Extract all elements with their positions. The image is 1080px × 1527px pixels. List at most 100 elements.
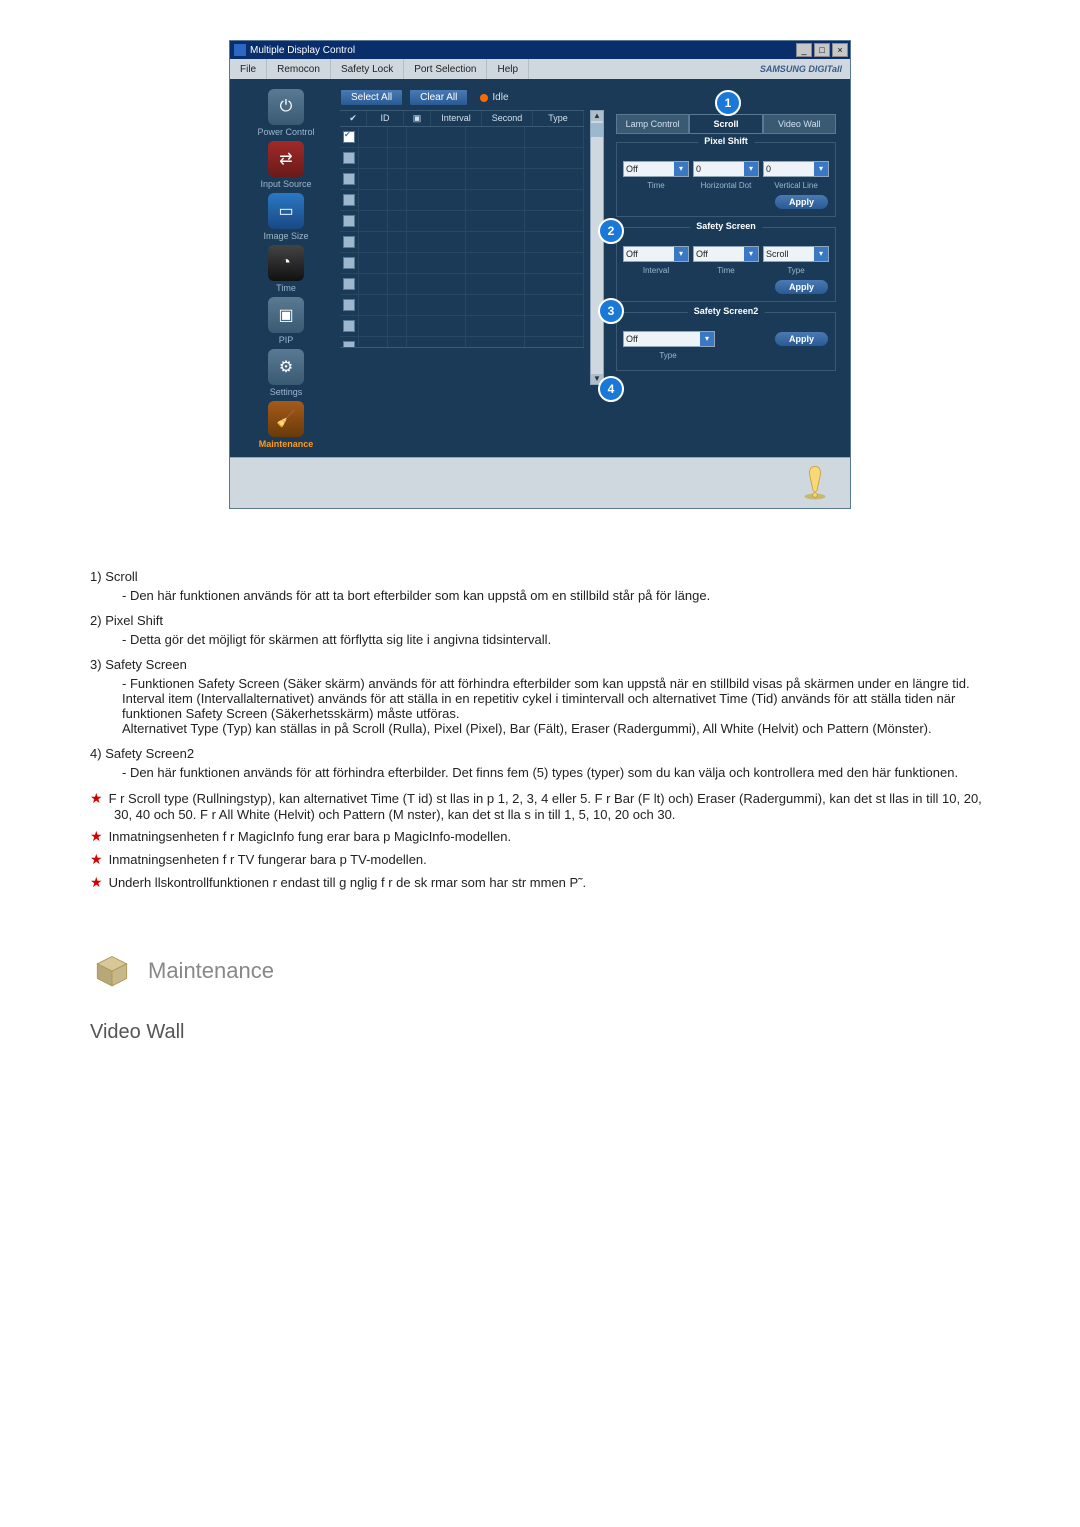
- callout-badge-3: 3: [598, 298, 624, 324]
- callout-badge-4: 4: [598, 376, 624, 402]
- clock-icon: ◔: [268, 245, 304, 281]
- row-checkbox[interactable]: [343, 131, 355, 143]
- app-icon: [234, 44, 246, 56]
- label-vline: Vertical Line: [763, 181, 829, 190]
- menu-remocon[interactable]: Remocon: [267, 59, 331, 79]
- menu-safetylock[interactable]: Safety Lock: [331, 59, 404, 79]
- menu-help[interactable]: Help: [487, 59, 529, 79]
- menu-portselection[interactable]: Port Selection: [404, 59, 487, 79]
- star-icon: ★: [90, 851, 103, 867]
- star-icon: ★: [90, 828, 103, 844]
- safety-screen-time[interactable]: Off▾: [693, 246, 759, 262]
- sidebar-item-power[interactable]: ⏻Power Control: [238, 89, 334, 137]
- note-4: ★Underh llskontrollfunktionen r endast t…: [114, 874, 990, 891]
- chevron-down-icon: ▾: [674, 247, 688, 261]
- status-dot-icon: [480, 94, 488, 102]
- col-id: ID: [367, 111, 404, 126]
- select-all-button[interactable]: Select All: [340, 89, 403, 106]
- maximize-button[interactable]: □: [814, 43, 830, 57]
- label-type: Type: [763, 266, 829, 275]
- tab-lamp-control[interactable]: Lamp Control: [616, 114, 689, 134]
- scroll-thumb[interactable]: [591, 123, 603, 137]
- table-row[interactable]: [340, 274, 584, 295]
- note-1: ★F r Scroll type (Rullningstyp), kan alt…: [114, 790, 990, 822]
- safety-screen2-apply-button[interactable]: Apply: [774, 331, 829, 347]
- row-checkbox[interactable]: [343, 152, 355, 164]
- close-button[interactable]: ×: [832, 43, 848, 57]
- table-scrollbar[interactable]: ▲ ▼: [590, 110, 604, 385]
- pixel-shift-hdot[interactable]: 0▾: [693, 161, 759, 177]
- toolbar: Select All Clear All Idle: [340, 89, 842, 106]
- safety-screen-title: Safety Screen: [690, 221, 762, 231]
- menu-file[interactable]: File: [230, 59, 267, 79]
- document-body: 1) Scroll - Den här funktionen används f…: [90, 569, 990, 1044]
- pixel-shift-vline[interactable]: 0▾: [763, 161, 829, 177]
- tab-video-wall[interactable]: Video Wall: [763, 114, 836, 134]
- col-check: ✔: [340, 111, 367, 126]
- box-icon: [90, 951, 134, 991]
- pixel-shift-group: Pixel Shift Off▾ 0▾ 0▾ Time Horizontal D…: [616, 142, 836, 217]
- sidebar-item-input[interactable]: ⇄Input Source: [238, 141, 334, 189]
- table-row[interactable]: [340, 211, 584, 232]
- row-checkbox[interactable]: [343, 257, 355, 269]
- row-checkbox[interactable]: [343, 236, 355, 248]
- clear-all-button[interactable]: Clear All: [409, 89, 468, 106]
- input-icon: ⇄: [268, 141, 304, 177]
- safety-screen2-group: Safety Screen2 Off▾ Apply Type: [616, 312, 836, 371]
- status-idle: Idle: [480, 92, 508, 103]
- sidebar-item-settings[interactable]: ⚙Settings: [238, 349, 334, 397]
- window-title: Multiple Display Control: [250, 45, 355, 56]
- row-checkbox[interactable]: [343, 173, 355, 185]
- safety-screen-interval[interactable]: Off▾: [623, 246, 689, 262]
- row-checkbox[interactable]: [343, 299, 355, 311]
- row-checkbox[interactable]: [343, 320, 355, 332]
- sidebar-item-maintenance[interactable]: 🧹Maintenance: [238, 401, 334, 449]
- section-heading: Maintenance: [90, 951, 990, 991]
- safety-screen2-type[interactable]: Off▾: [623, 331, 715, 347]
- sidebar-item-time[interactable]: ◔Time: [238, 245, 334, 293]
- row-checkbox[interactable]: [343, 215, 355, 227]
- star-icon: ★: [90, 874, 103, 890]
- scroll-up-icon[interactable]: ▲: [591, 111, 603, 121]
- chevron-down-icon: ▾: [814, 247, 828, 261]
- sidebar-item-image[interactable]: ▭Image Size: [238, 193, 334, 241]
- safety-screen-type[interactable]: Scroll▾: [763, 246, 829, 262]
- pip-icon: ▣: [268, 297, 304, 333]
- pixel-shift-title: Pixel Shift: [698, 136, 754, 146]
- titlebar: Multiple Display Control _ □ ×: [230, 41, 850, 59]
- power-icon: ⏻: [268, 89, 304, 125]
- label-interval: Interval: [623, 266, 689, 275]
- subsection-title: Video Wall: [90, 1021, 990, 1044]
- label-hdot: Horizontal Dot: [693, 181, 759, 190]
- table-row[interactable]: [340, 253, 584, 274]
- gear-icon: ⚙: [268, 349, 304, 385]
- pixel-shift-onoff[interactable]: Off▾: [623, 161, 689, 177]
- table-row[interactable]: [340, 316, 584, 337]
- row-checkbox[interactable]: [343, 278, 355, 290]
- chevron-down-icon: ▾: [674, 162, 688, 176]
- safety-screen-apply-button[interactable]: Apply: [774, 279, 829, 295]
- status-bar: [230, 457, 850, 508]
- row-checkbox[interactable]: [343, 194, 355, 206]
- table-row[interactable]: [340, 295, 584, 316]
- minimize-button[interactable]: _: [796, 43, 812, 57]
- table-row[interactable]: [340, 232, 584, 253]
- table-row[interactable]: [340, 127, 584, 148]
- table-row[interactable]: [340, 169, 584, 190]
- table-row[interactable]: [340, 337, 584, 348]
- pixel-shift-apply-button[interactable]: Apply: [774, 194, 829, 210]
- label-time2: Time: [693, 266, 759, 275]
- row-checkbox[interactable]: [343, 341, 355, 348]
- table-row[interactable]: [340, 148, 584, 169]
- note-3: ★Inmatningsenheten f r TV fungerar bara …: [114, 851, 990, 868]
- brand-label: SAMSUNG DIGITall: [752, 64, 850, 74]
- sidebar-item-pip[interactable]: ▣PIP: [238, 297, 334, 345]
- label-time: Time: [623, 181, 689, 190]
- chevron-down-icon: ▾: [814, 162, 828, 176]
- alert-icon: [800, 465, 830, 501]
- table-row[interactable]: [340, 190, 584, 211]
- tab-scroll[interactable]: Scroll: [689, 114, 762, 134]
- safety-screen-group: Safety Screen Off▾ Off▾ Scroll▾ Interval…: [616, 227, 836, 302]
- menubar: File Remocon Safety Lock Port Selection …: [230, 59, 850, 79]
- col-type: Type: [533, 111, 584, 126]
